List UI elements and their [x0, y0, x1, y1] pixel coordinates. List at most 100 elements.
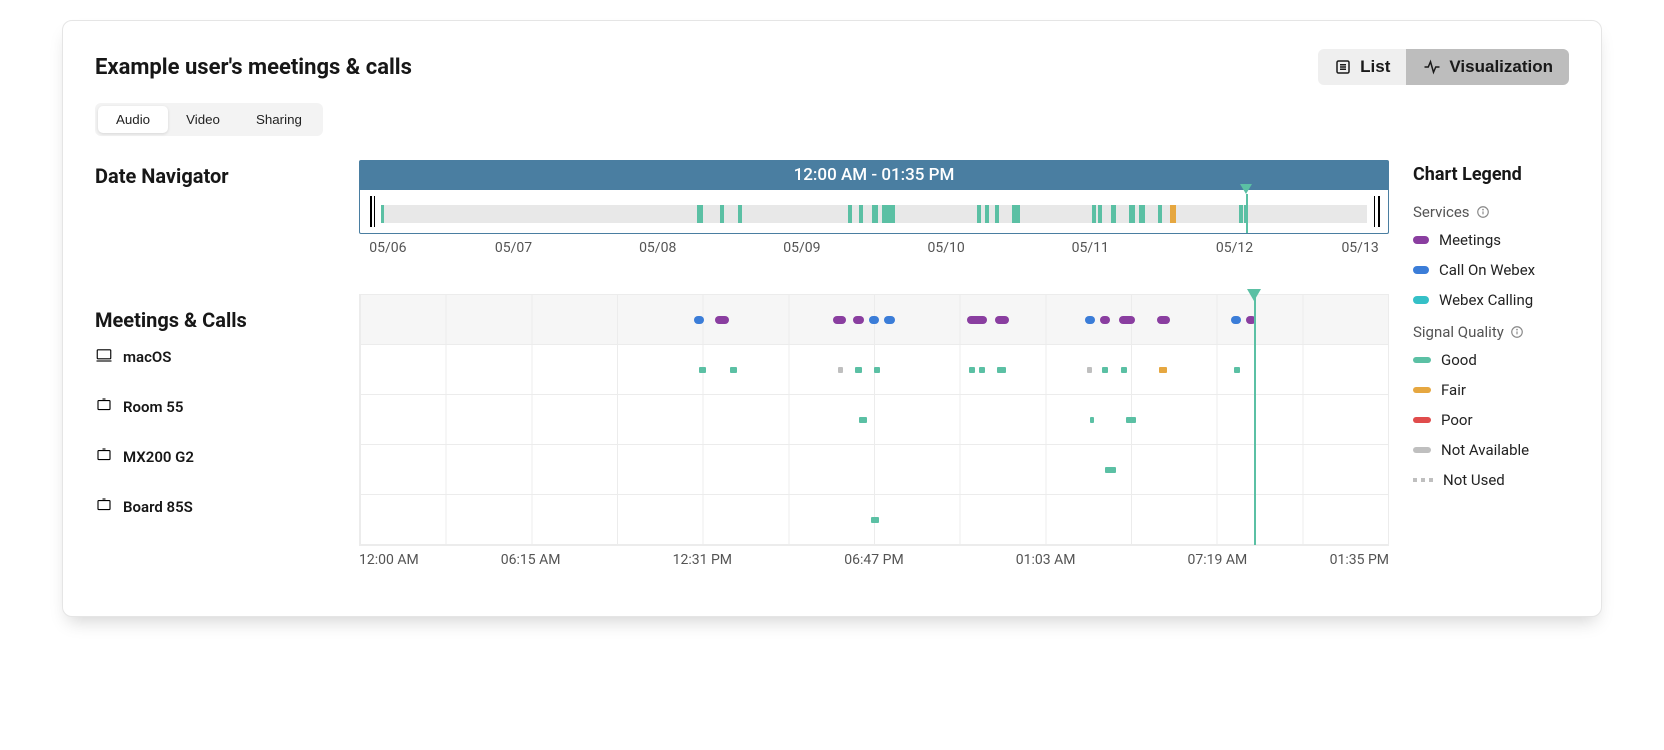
quality-segment[interactable]: [1087, 367, 1092, 373]
nav-event[interactable]: [995, 205, 999, 223]
quality-segment[interactable]: [874, 367, 880, 373]
session-pill[interactable]: [833, 316, 846, 324]
quality-segment[interactable]: [838, 367, 843, 373]
session-pill[interactable]: [1157, 316, 1170, 324]
meetings-calls-label: Meetings & Calls: [95, 296, 335, 332]
nav-event[interactable]: [381, 205, 384, 223]
session-pill[interactable]: [1119, 316, 1135, 324]
activity-icon: [1423, 58, 1441, 76]
nav-event[interactable]: [882, 205, 894, 223]
time-tick: 12:00 AM: [359, 552, 419, 568]
view-visualization-button[interactable]: Visualization: [1406, 49, 1569, 85]
session-pill[interactable]: [715, 316, 729, 324]
device-row: [360, 445, 1388, 495]
quality-segment[interactable]: [871, 517, 879, 523]
view-toggle: List Visualization: [1318, 49, 1569, 85]
date-tick: 05/11: [1072, 240, 1109, 256]
quality-segment[interactable]: [1090, 417, 1094, 423]
quality-segment[interactable]: [1126, 417, 1136, 423]
device-icon: [95, 396, 113, 418]
session-pill[interactable]: [967, 316, 988, 324]
quality-segment[interactable]: [699, 367, 706, 373]
nav-event[interactable]: [1158, 205, 1162, 223]
time-tick: 07:19 AM: [1187, 552, 1247, 568]
device-row-label: macOS: [95, 332, 335, 382]
device-row-label: Room 55: [95, 382, 335, 432]
quality-segment[interactable]: [979, 367, 985, 373]
nav-event[interactable]: [1092, 205, 1096, 223]
legend-item-webex-calling: Webex Calling: [1413, 291, 1603, 309]
quality-segment[interactable]: [855, 367, 861, 373]
view-list-button[interactable]: List: [1318, 49, 1406, 85]
time-tick: 01:35 PM: [1330, 552, 1389, 568]
session-pill[interactable]: [884, 316, 894, 324]
timeline-playhead[interactable]: [1247, 289, 1261, 301]
nav-event[interactable]: [872, 205, 878, 223]
session-pill[interactable]: [1100, 316, 1110, 324]
device-row-label: Board 85S: [95, 482, 335, 532]
info-icon[interactable]: [1510, 325, 1524, 339]
session-pill[interactable]: [1231, 316, 1241, 324]
session-pill[interactable]: [694, 316, 704, 324]
nav-event[interactable]: [985, 205, 989, 223]
quality-segment[interactable]: [1105, 467, 1115, 473]
nav-event[interactable]: [1012, 205, 1020, 223]
tab-video[interactable]: Video: [168, 106, 238, 133]
tab-audio[interactable]: Audio: [98, 106, 168, 133]
nav-event[interactable]: [848, 205, 852, 223]
device-icon: [95, 496, 113, 518]
nav-event[interactable]: [697, 205, 703, 223]
nav-event[interactable]: [1111, 205, 1115, 223]
date-tick: 05/09: [783, 240, 820, 256]
time-tick: 06:15 AM: [501, 552, 561, 568]
legend-item-not-used: Not Used: [1413, 471, 1603, 489]
nav-event[interactable]: [1098, 205, 1102, 223]
device-icon: [95, 446, 113, 468]
quality-segment[interactable]: [730, 367, 737, 373]
quality-segment[interactable]: [997, 367, 1005, 373]
legend-signal-header: Signal Quality: [1413, 323, 1603, 341]
legend-item-fair: Fair: [1413, 381, 1603, 399]
time-tick: 06:47 PM: [844, 552, 903, 568]
nav-event[interactable]: [1129, 205, 1135, 223]
quality-segment[interactable]: [1234, 367, 1240, 373]
quality-segment[interactable]: [969, 367, 975, 373]
quality-segment[interactable]: [1159, 367, 1167, 373]
info-icon[interactable]: [1476, 205, 1490, 219]
nav-event[interactable]: [720, 205, 724, 223]
nav-event[interactable]: [859, 205, 863, 223]
date-tick: 05/08: [639, 240, 676, 256]
list-icon: [1334, 58, 1352, 76]
session-pill[interactable]: [995, 316, 1008, 324]
quality-segment[interactable]: [1102, 367, 1108, 373]
nav-event[interactable]: [1239, 205, 1243, 223]
quality-segment[interactable]: [859, 417, 867, 423]
chart-legend: Chart Legend Services Meetings Call On W…: [1413, 160, 1603, 576]
page-title: Example user's meetings & calls: [95, 55, 412, 80]
date-navigator[interactable]: 12:00 AM - 01:35 PM 05/0605/0705/0805/09…: [359, 160, 1389, 260]
legend-item-meetings: Meetings: [1413, 231, 1603, 249]
legend-title: Chart Legend: [1413, 164, 1603, 185]
nav-event[interactable]: [977, 205, 981, 223]
tab-sharing[interactable]: Sharing: [238, 106, 320, 133]
quality-segment[interactable]: [1121, 367, 1127, 373]
time-tick: 12:31 PM: [673, 552, 732, 568]
nav-event[interactable]: [1139, 205, 1145, 223]
timeline-playhead-line[interactable]: [1254, 295, 1256, 545]
legend-item-call-on-webex: Call On Webex: [1413, 261, 1603, 279]
device-row-label: MX200 G2: [95, 432, 335, 482]
session-pill[interactable]: [869, 316, 879, 324]
timeline-header-row: [360, 295, 1388, 345]
date-tick: 05/06: [369, 240, 406, 256]
session-pill[interactable]: [1085, 316, 1095, 324]
nav-event[interactable]: [1170, 205, 1176, 223]
nav-event[interactable]: [738, 205, 742, 223]
date-nav-range: 12:00 AM - 01:35 PM: [359, 160, 1389, 190]
legend-services-header: Services: [1413, 203, 1603, 221]
legend-item-poor: Poor: [1413, 411, 1603, 429]
device-icon: [95, 346, 113, 368]
session-pill[interactable]: [853, 316, 863, 324]
timeline-chart[interactable]: [359, 294, 1389, 546]
device-row: [360, 395, 1388, 445]
device-row: [360, 345, 1388, 395]
